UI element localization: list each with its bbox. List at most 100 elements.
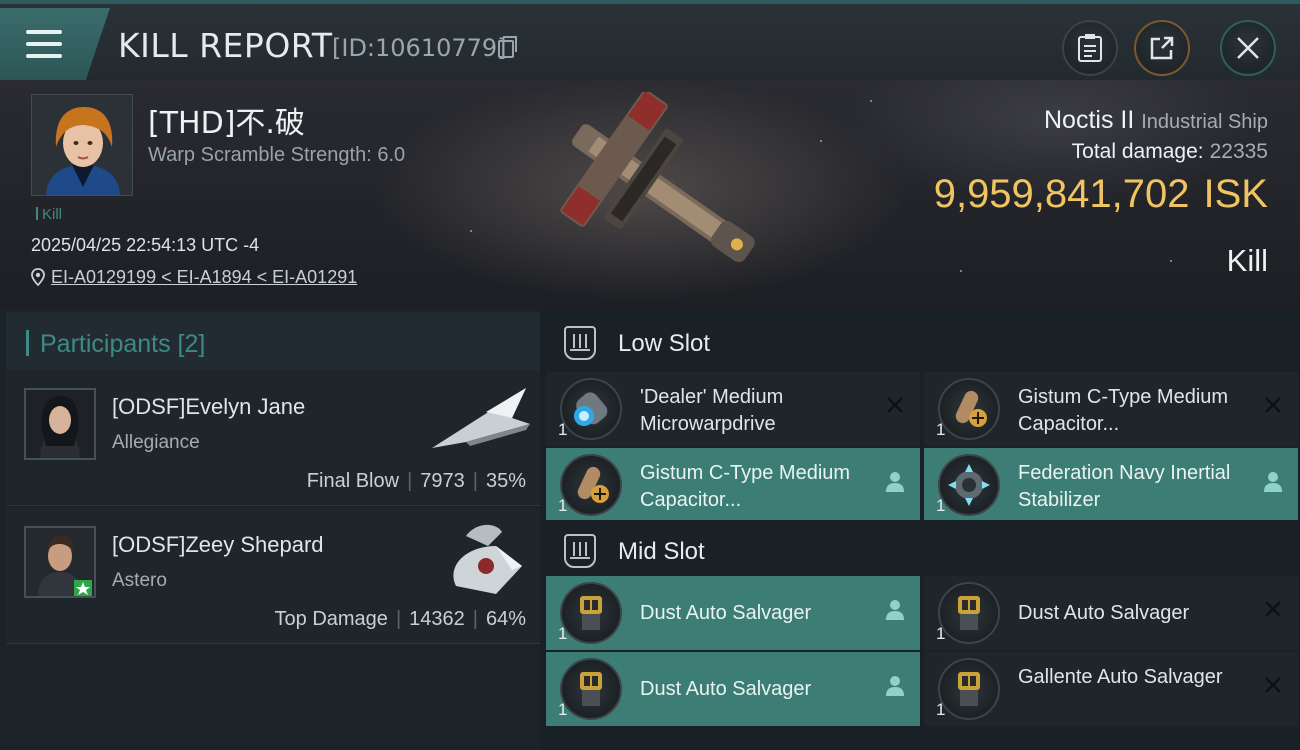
participant-ship: Allegiance — [112, 432, 200, 453]
participant-ship-image — [453, 524, 522, 594]
participant-avatar[interactable] — [24, 388, 96, 460]
destroyed-icon — [1265, 677, 1281, 693]
location-pin-icon — [31, 268, 45, 286]
isk-unit: ISK — [1203, 172, 1268, 216]
clipboard-icon — [1078, 34, 1102, 62]
item-name: Dust Auto Salvager — [640, 602, 812, 624]
top-bar: KILL REPORT [ID:10610779] — [0, 0, 1300, 80]
salvager-icon — [560, 658, 622, 720]
item-quantity: 1 — [936, 420, 946, 439]
kill-location[interactable]: EI-A0129199 < EI-A1894 < EI-A01291 — [31, 267, 357, 288]
kill-summary: [THD]不.破 Warp Scramble Strength: 6.0 Kil… — [0, 80, 1300, 308]
participant-avatar[interactable] — [24, 526, 96, 598]
kill-tag: Kill — [36, 206, 62, 223]
fitted-module[interactable]: 1 Gallente Auto Salvager — [924, 652, 1298, 726]
microwarpdrive-icon — [560, 378, 622, 440]
item-quantity: 1 — [936, 496, 946, 515]
fitted-module[interactable]: 1 Gistum C-Type Medium Capacitor... — [924, 372, 1298, 446]
ship-name[interactable]: Noctis II Industrial Ship — [1044, 106, 1268, 135]
close-button[interactable] — [1220, 20, 1276, 76]
item-name: Gistum C-Type Medium Capacitor... — [640, 462, 851, 511]
salvager-icon — [560, 582, 622, 644]
participant-damage: 7973 — [420, 470, 465, 492]
destroyed-icon — [887, 397, 903, 413]
victim-name[interactable]: [THD]不.破 — [148, 98, 305, 142]
participant-ship: Astero — [112, 570, 167, 591]
total-damage: Total damage: 22335 — [1072, 140, 1268, 164]
participant-stats: Top Damage | 14362 | 64% — [274, 608, 526, 630]
copy-icon[interactable] — [498, 36, 517, 58]
total-damage-value: 22335 — [1209, 140, 1268, 163]
item-quantity: 1 — [558, 624, 568, 643]
salvager-icon — [938, 658, 1000, 720]
isk-value: 9,959,841,702 ISK — [934, 172, 1268, 217]
participants-title: Participants [2] — [40, 330, 206, 358]
participant-stats: Final Blow | 7973 | 35% — [306, 470, 526, 492]
participant-role: Top Damage — [274, 608, 388, 630]
pilot-icon — [886, 600, 904, 620]
isk-amount: 9,959,841,702 — [933, 172, 1190, 216]
total-damage-label: Total damage: — [1071, 140, 1204, 163]
item-quantity: 1 — [558, 700, 568, 719]
low-slot-header: Low Slot — [546, 312, 1298, 372]
victim-ship-image — [560, 92, 755, 263]
participant-row[interactable]: [ODSF]Evelyn Jane Allegiance Final Blow |… — [6, 370, 540, 506]
participant-role: Final Blow — [306, 470, 400, 492]
low-slot-label: Low Slot — [618, 330, 711, 357]
clipboard-button[interactable] — [1062, 20, 1118, 76]
fitted-module[interactable]: 1 Dust Auto Salvager — [924, 576, 1298, 650]
kill-datetime: 2025/04/25 22:54:13 UTC -4 — [31, 235, 260, 255]
warp-scramble-strength: Warp Scramble Strength: 6.0 — [148, 144, 406, 166]
item-quantity: 1 — [558, 496, 568, 515]
close-icon — [1237, 37, 1259, 59]
item-name: Gistum C-Type Medium Capacitor... — [1018, 386, 1229, 435]
fitted-module[interactable]: 1 Dust Auto Salvager — [546, 652, 920, 726]
participant-ship-image — [432, 388, 530, 448]
fitted-module[interactable]: 1 Gistum C-Type Medium Capacitor... — [546, 448, 920, 522]
stabilizer-icon — [938, 454, 1000, 516]
destroyed-icon — [1265, 397, 1281, 413]
participant-percent: 64% — [485, 608, 526, 630]
item-name: Federation Navy Inertial Stabilizer — [1018, 462, 1231, 511]
participant-name[interactable]: [ODSF]Zeey Shepard — [112, 532, 324, 558]
item-name: Dust Auto Salvager — [1018, 602, 1190, 624]
page-title: KILL REPORT — [118, 26, 333, 65]
fitted-module[interactable]: 1 'Dealer' Medium Microwarpdrive — [546, 372, 920, 446]
fitted-module[interactable]: 1 Dust Auto Salvager — [546, 576, 920, 650]
pilot-icon — [886, 676, 904, 696]
report-id: [ID:10610779] — [332, 34, 507, 62]
victim-portrait[interactable] — [31, 94, 133, 196]
mid-slot-icon — [564, 534, 596, 568]
mid-slot-label: Mid Slot — [618, 538, 705, 565]
participant-percent: 35% — [485, 470, 526, 492]
kill-outcome: Kill — [1226, 243, 1268, 278]
participant-row[interactable]: [ODSF]Zeey Shepard Astero Top Damage | 143… — [6, 508, 540, 644]
share-button[interactable] — [1134, 20, 1190, 76]
ship-type: Noctis II — [1044, 106, 1135, 134]
capacitor-icon — [938, 378, 1000, 440]
item-name: 'Dealer' Medium Microwarpdrive — [640, 386, 784, 435]
item-name: Dust Auto Salvager — [640, 678, 812, 700]
share-icon — [1150, 36, 1174, 60]
destroyed-icon — [1265, 601, 1281, 617]
salvager-icon — [938, 582, 1000, 644]
participant-damage: 14362 — [409, 608, 465, 630]
participants-header: Participants [2] — [6, 312, 540, 370]
pilot-icon — [886, 472, 904, 492]
item-quantity: 1 — [936, 700, 946, 719]
fitting-panel: Low Slot 1 'Dealer' Medium Microwarpdriv… — [540, 308, 1300, 750]
participant-name[interactable]: [ODSF]Evelyn Jane — [112, 394, 305, 420]
participants-panel: Participants [2] [ODSF]Evelyn Jane Alleg… — [0, 308, 540, 750]
low-slot-icon — [564, 326, 596, 360]
item-name: Gallente Auto Salvager — [1018, 666, 1223, 688]
fitted-module[interactable]: 1 Federation Navy Inertial Stabilizer — [924, 448, 1298, 522]
menu-button[interactable] — [0, 8, 110, 80]
capacitor-icon — [560, 454, 622, 516]
item-quantity: 1 — [936, 624, 946, 643]
ship-class: Industrial Ship — [1141, 111, 1268, 133]
location-link[interactable]: EI-A0129199 < EI-A1894 < EI-A01291 — [51, 267, 357, 287]
pilot-icon — [1264, 472, 1282, 492]
mid-slot-header: Mid Slot — [546, 520, 1298, 580]
menu-icon — [26, 30, 62, 58]
item-quantity: 1 — [558, 420, 568, 439]
